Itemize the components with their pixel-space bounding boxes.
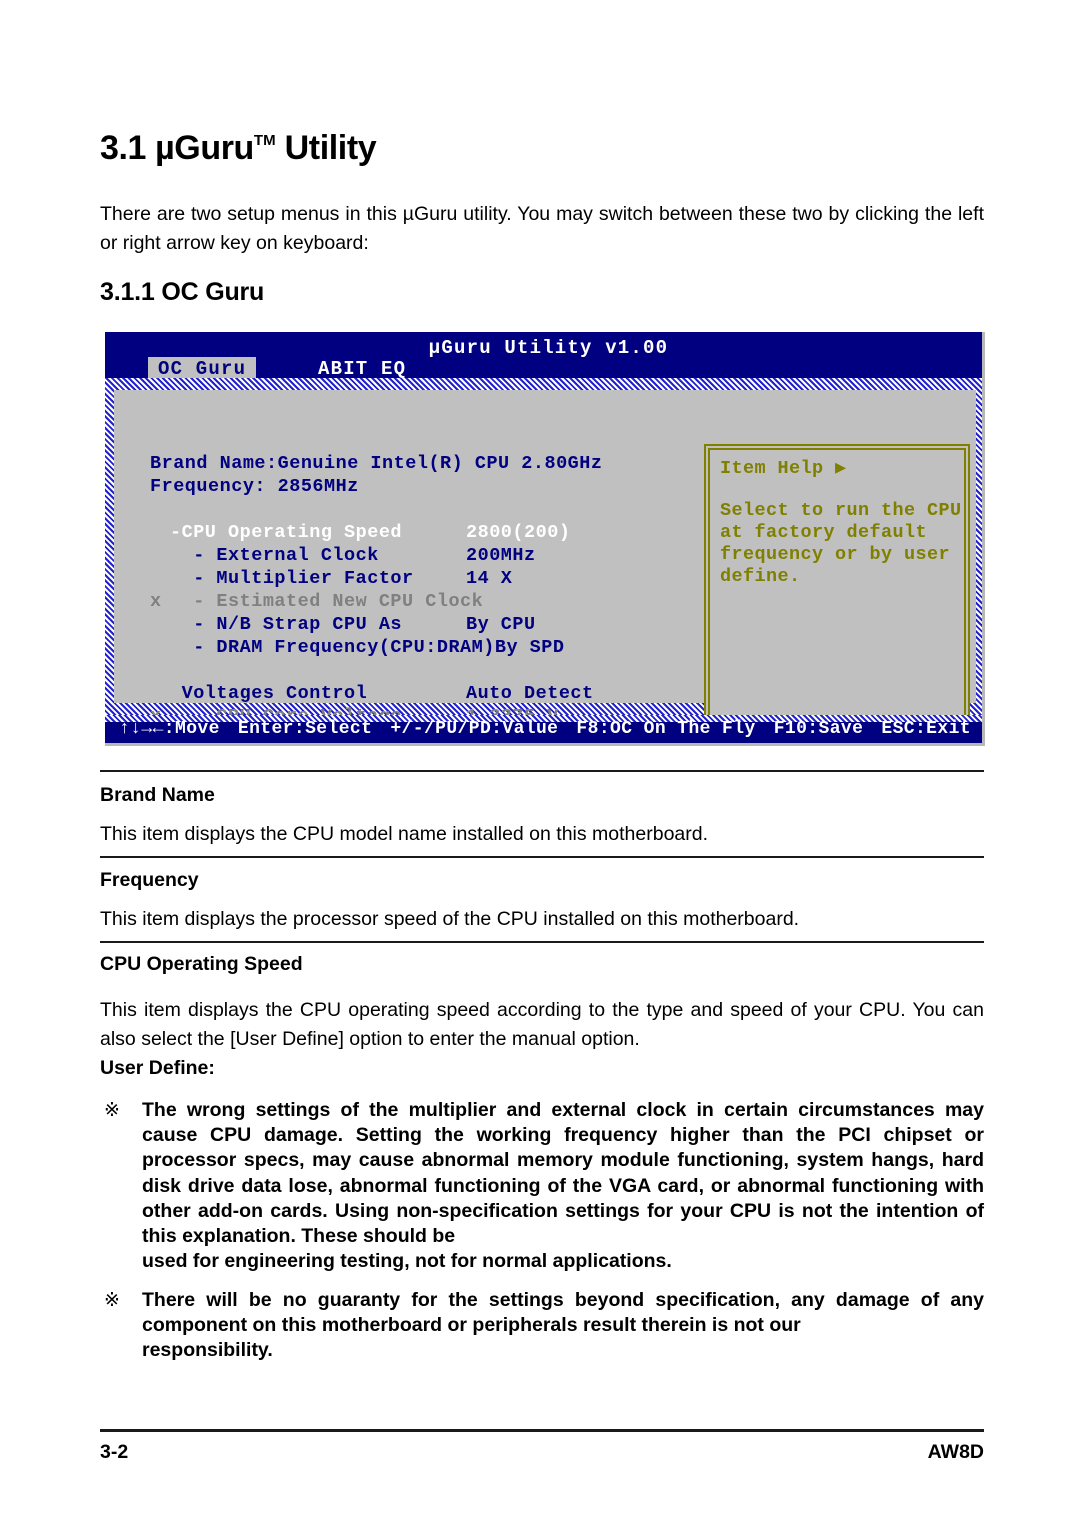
key-value: +/-/PU/PD:Value [390, 719, 559, 739]
row-marker [150, 567, 170, 590]
row-value: 200MHz [466, 545, 536, 566]
row-marker [150, 521, 170, 544]
list-gap [150, 659, 698, 682]
term-frequency: Frequency [100, 869, 199, 891]
row-label: - Estimated New CPU Clock [170, 591, 484, 612]
bios-title-bar: µGuru Utility v1.00 OC Guru ABIT EQ [105, 332, 982, 382]
bios-row-voltages-control[interactable]: Voltages Control Auto Detect [150, 682, 698, 705]
bios-frequency: Frequency: 2856MHz [150, 476, 359, 497]
row-value: Auto Detect [466, 683, 594, 704]
intro-paragraph: There are two setup menus in this µGuru … [100, 203, 984, 254]
row-label: - N/B Strap CPU As [170, 614, 403, 635]
bios-title: µGuru Utility v1.00 [428, 337, 669, 359]
item-help-inner: Item Help ▶ Select to run the CPU at fac… [708, 448, 966, 742]
row-marker [150, 636, 170, 659]
bios-row-estimated-new-cpu-clock: x - Estimated New CPU Clock [150, 590, 698, 613]
item-help-text: Select to run the CPU at factory default… [720, 500, 962, 587]
page-title-tail: Utility [284, 129, 377, 167]
section-divider [100, 941, 984, 943]
desc-brand-name: This item displays the CPU model name in… [100, 823, 709, 845]
bios-brand-name: Brand Name:Genuine Intel(R) CPU 2.80GHz [150, 453, 603, 474]
section-divider [100, 770, 984, 772]
desc-frequency: This item displays the processor speed o… [100, 908, 800, 930]
reference-mark-icon: ※ [104, 1100, 120, 1121]
row-label: Voltages Control [170, 683, 368, 704]
bios-row-cpu-operating-speed[interactable]: -CPU Operating Speed 2800(200) [150, 521, 698, 544]
bios-screenshot: µGuru Utility v1.00 OC Guru ABIT EQ Bran… [105, 332, 985, 746]
footer-page-number: 3-2 [100, 1441, 129, 1463]
row-marker: x [150, 591, 162, 612]
subsection-title: 3.1.1 OC Guru [100, 278, 265, 306]
bios-content-area: Brand Name:Genuine Intel(R) CPU 2.80GHz … [114, 390, 976, 743]
bios-row-nb-strap-cpu-as[interactable]: - N/B Strap CPU As By CPU [150, 613, 698, 636]
row-marker [150, 613, 170, 636]
note-text-last-line: used for engineering testing, not for no… [142, 1250, 672, 1273]
section-divider [100, 856, 984, 858]
note-text: There will be no guaranty for the settin… [142, 1289, 984, 1337]
footer-model: AW8D [927, 1441, 984, 1463]
row-label: -CPU Operating Speed [170, 522, 403, 543]
row-marker [150, 682, 170, 705]
row-marker [150, 544, 170, 567]
note-block-2: ※ There will be no guaranty for the sett… [100, 1288, 984, 1364]
row-value: By SPD [494, 637, 565, 658]
bios-settings-list: Brand Name:Genuine Intel(R) CPU 2.80GHz … [150, 452, 698, 743]
key-move: ↑↓→←:Move [119, 719, 220, 739]
bios-status-bar: ↑↓→←:Move Enter:Select +/-/PU/PD:Value F… [105, 715, 982, 743]
desc-cpu-operating-speed: This item displays the CPU operating spe… [100, 999, 984, 1050]
key-save: F10:Save [773, 719, 864, 739]
row-label: - External Clock [170, 545, 379, 566]
row-label: - Multiplier Factor [170, 568, 414, 589]
note-text-last-line: responsibility. [142, 1339, 273, 1362]
footer-divider [100, 1429, 984, 1432]
page-title: 3.1 µGuruTM Utility [100, 129, 377, 167]
term-cpu-operating-speed: CPU Operating Speed [100, 953, 303, 975]
reference-mark-icon: ※ [104, 1290, 120, 1311]
page-title-main: 3.1 µGuru [100, 129, 254, 167]
key-select: Enter:Select [237, 719, 373, 739]
bios-tab-row: OC Guru ABIT EQ [105, 357, 982, 382]
item-help-title: Item Help ▶ [720, 458, 847, 479]
row-value: 2800(200) [466, 522, 571, 543]
bios-row-multiplier-factor[interactable]: - Multiplier Factor 14 X [150, 567, 698, 590]
key-exit: ESC:Exit [881, 719, 971, 739]
bios-row-dram-frequency[interactable]: - DRAM Frequency(CPU:DRAM) By SPD [150, 636, 698, 659]
note-block-1: ※ The wrong settings of the multiplier a… [100, 1098, 984, 1274]
bios-body-frame: Brand Name:Genuine Intel(R) CPU 2.80GHz … [105, 378, 982, 743]
row-value: By CPU [466, 614, 536, 635]
note-text: The wrong settings of the multiplier and… [142, 1099, 984, 1248]
item-help-panel: Item Help ▶ Select to run the CPU at fac… [704, 444, 970, 743]
trademark-mark: TM [253, 132, 276, 149]
term-user-define: User Define: [100, 1057, 215, 1079]
list-gap [150, 498, 698, 521]
term-brand-name: Brand Name [100, 784, 215, 806]
bios-key-legend: ↑↓→←:Move Enter:Select +/-/PU/PD:Value F… [105, 719, 982, 739]
manual-page: 3.1 µGuruTM Utility There are two setup … [0, 0, 1080, 1529]
key-oc-on-the-fly: F8:OC On The Fly [576, 719, 756, 739]
row-label: - DRAM Frequency(CPU:DRAM) [170, 637, 495, 658]
bios-row-external-clock[interactable]: - External Clock 200MHz [150, 544, 698, 567]
row-value: 14 X [466, 568, 513, 589]
